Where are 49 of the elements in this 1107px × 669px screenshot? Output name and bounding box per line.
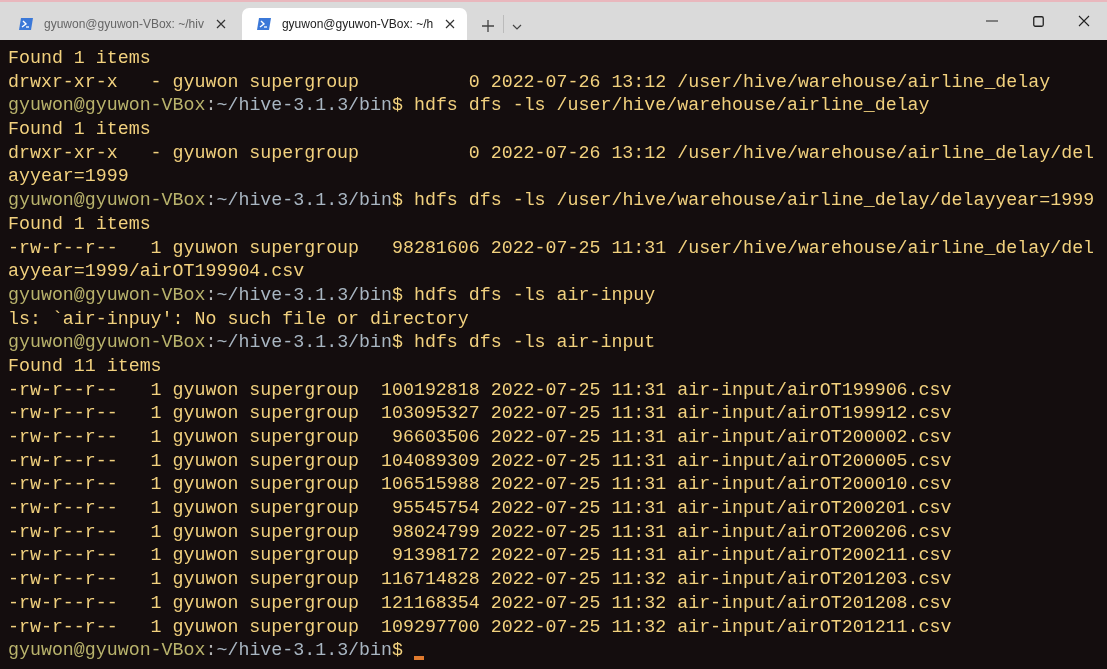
- terminal-output: ayyear=1999/airOT199904.csv: [8, 261, 305, 282]
- maximize-icon[interactable]: [1032, 15, 1044, 27]
- chevron-down-icon[interactable]: [512, 23, 523, 31]
- terminal-output: drwxr-xr-x - gyuwon supergroup 0 2022-07-26 13:12 /user/hive/warehouse/airline_delay/del: [8, 142, 1095, 163]
- terminal-output: -rw-r--r-- 1 gyuwon supergroup 98281606 2022-07-25 11:31 /user/hive/warehouse/airline_delay/del: [8, 237, 1095, 258]
- prompt-separator: :: [205, 95, 217, 116]
- prompt-separator: :: [205, 284, 217, 305]
- terminal-tab[interactable]: gyuwon@gyuwon-VBox: ~/hiv: [4, 8, 238, 40]
- prompt-path: ~/hive-3.1.3/bin: [216, 640, 392, 661]
- prompt-path: ~/hive-3.1.3/bin: [216, 190, 392, 211]
- prompt-path: ~/hive-3.1.3/bin: [216, 332, 392, 353]
- terminal-command: $ hdfs dfs -ls /user/hive/warehouse/airline_delay: [392, 95, 930, 116]
- prompt-path: ~/hive-3.1.3/bin: [216, 284, 392, 305]
- terminal-output: Found 11 items: [8, 355, 162, 376]
- terminal-output: -rw-r--r-- 1 gyuwon supergroup 96603506 2022-07-25 11:31 air-input/airOT200002.csv: [8, 427, 952, 447]
- plus-icon[interactable]: [481, 19, 496, 33]
- terminal-command: $ hdfs dfs -ls air-inpuy: [392, 284, 656, 305]
- terminal-output: -rw-r--r-- 1 gyuwon supergroup 116714828 2022-07-25 11:32 air-input/airOT201203.csv: [8, 569, 952, 590]
- terminal-output: ls: `air-inpuy': No such file or directory: [8, 308, 469, 329]
- terminal-command: $: [392, 640, 403, 661]
- prompt-separator: :: [205, 190, 217, 211]
- terminal-output: -rw-r--r-- 1 gyuwon supergroup 95545754 2022-07-25 11:31 air-input/airOT200201.csv: [8, 498, 952, 519]
- terminal-command: $ hdfs dfs -ls /user/hive/warehouse/airline_delay/delayyear=1999: [392, 190, 1095, 211]
- close-icon[interactable]: [1078, 15, 1090, 27]
- prompt-user: gyuwon@gyuwon-VBox: [8, 640, 206, 661]
- terminal-output: drwxr-xr-x - gyuwon supergroup 0 2022-07-26 13:12 /user/hive/warehouse/airline_delay: [8, 71, 1051, 92]
- prompt-path: ~/hive-3.1.3/bin: [216, 95, 392, 116]
- terminal-output: -rw-r--r-- 1 gyuwon supergroup 98024799 2022-07-25 11:31 air-input/airOT200206.csv: [8, 521, 952, 542]
- terminal-output: -rw-r--r-- 1 gyuwon supergroup 100192818 2022-07-25 11:31 air-input/airOT199906.csv: [8, 379, 952, 400]
- terminal-output: -rw-r--r-- 1 gyuwon supergroup 104089309 2022-07-25 11:31 air-input/airOT200005.csv: [8, 450, 952, 471]
- prompt-user: gyuwon@gyuwon-VBox: [8, 95, 206, 116]
- terminal-icon: [18, 17, 34, 31]
- prompt-separator: :: [205, 640, 217, 661]
- terminal-output: -rw-r--r-- 1 gyuwon supergroup 103095327 2022-07-25 11:31 air-input/airOT199912.csv: [8, 403, 952, 424]
- terminal-output: -rw-r--r-- 1 gyuwon supergroup 109297700 2022-07-25 11:32 air-input/airOT201211.csv: [8, 616, 952, 637]
- terminal-output: -rw-r--r-- 1 gyuwon supergroup 121168354 2022-07-25 11:32 air-input/airOT201208.csv: [8, 592, 952, 613]
- terminal-output: Found 1 items: [8, 48, 151, 68]
- prompt-user: gyuwon@gyuwon-VBox: [8, 284, 206, 305]
- terminal-output: ayyear=1999: [8, 166, 129, 187]
- terminal-tab[interactable]: gyuwon@gyuwon-VBox: ~/h: [241, 8, 468, 40]
- terminal-icon: [255, 17, 272, 31]
- prompt-user: gyuwon@gyuwon-VBox: [8, 190, 206, 211]
- terminal-output: -rw-r--r-- 1 gyuwon supergroup 91398172 2022-07-25 11:31 air-input/airOT200211.csv: [8, 545, 952, 566]
- prompt-user: gyuwon@gyuwon-VBox: [8, 332, 206, 353]
- terminal-output: Found 1 items: [8, 119, 151, 140]
- terminal-output: -rw-r--r-- 1 gyuwon supergroup 106515988 2022-07-25 11:31 air-input/airOT200010.csv: [8, 474, 952, 495]
- terminal-output: Found 1 items: [8, 213, 151, 234]
- prompt-separator: :: [205, 332, 217, 353]
- terminal-command: $ hdfs dfs -ls air-input: [392, 332, 656, 353]
